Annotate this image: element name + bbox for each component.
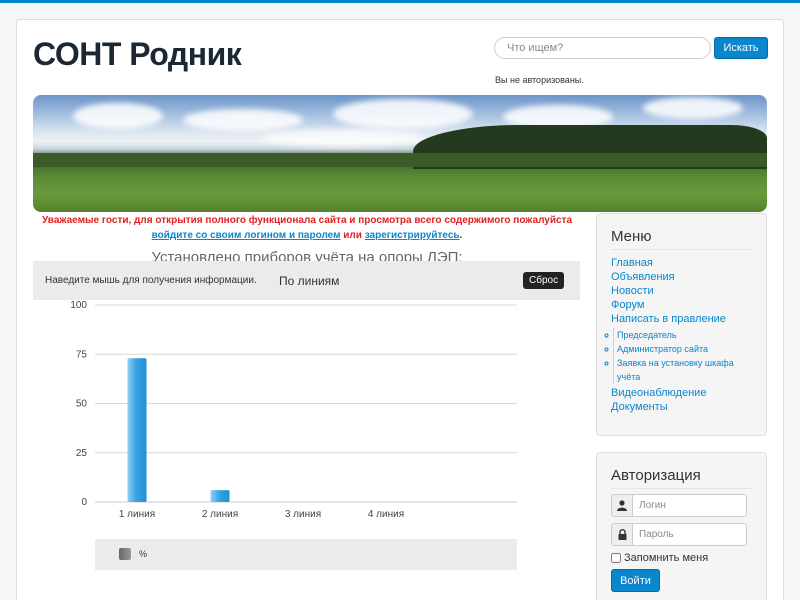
- reset-button[interactable]: Сброс: [523, 272, 565, 289]
- legend-label: %: [139, 549, 148, 559]
- search-button[interactable]: Искать: [714, 37, 768, 59]
- y-tick-label: 0: [81, 497, 87, 508]
- y-tick-label: 25: [76, 448, 88, 459]
- submenu-item-chairman[interactable]: Председатель: [617, 328, 752, 342]
- x-tick-label: 2 линия: [202, 509, 238, 520]
- y-tick-label: 75: [76, 349, 88, 360]
- bar-chart: 0 25 50 75 100 1 линия 2 линия 3 линия 4 линия: [33, 300, 580, 530]
- legend-swatch[interactable]: [119, 548, 131, 560]
- submenu-write-board: Председатель Администратор сайта Заявка …: [613, 328, 752, 384]
- menu-item-documents[interactable]: Документы: [611, 400, 752, 414]
- login-input[interactable]: [632, 494, 747, 517]
- menu-item-home[interactable]: Главная: [611, 256, 752, 270]
- hover-hint: Наведите мышь для получения информации.: [45, 275, 257, 286]
- menu-title: Меню: [611, 228, 752, 250]
- menu-list: Главная Объявления Новости Форум Написат…: [611, 256, 752, 414]
- login-link[interactable]: войдите со своим логином и паролем: [152, 230, 341, 241]
- register-link[interactable]: зарегистрируйтесь: [365, 230, 460, 241]
- menu-item-news[interactable]: Новости: [611, 284, 752, 298]
- site-title[interactable]: СОНТ Родник: [33, 36, 242, 73]
- x-tick-label: 4 линия: [368, 509, 404, 520]
- y-tick-label: 100: [70, 300, 87, 311]
- user-icon: [611, 494, 633, 517]
- bar-2[interactable]: [210, 490, 230, 502]
- notice-or: или: [343, 230, 362, 241]
- chart-legend: %: [95, 539, 517, 570]
- group-label: По линиям: [279, 274, 340, 288]
- bar-1[interactable]: [127, 358, 147, 502]
- submenu-item-meter-request[interactable]: Заявка на установку шкафа учёта: [617, 356, 752, 384]
- remember-label: Запомнить меня: [624, 552, 709, 564]
- notice-text: Уважаемые гости, для открытия полного фу…: [41, 215, 573, 226]
- notice-end: .: [459, 230, 463, 241]
- menu-panel: Меню Главная Объявления Новости Форум На…: [596, 213, 767, 436]
- chart-toolbar: Наведите мышь для получения информации. …: [33, 261, 580, 300]
- header-banner-image: [33, 95, 767, 212]
- chart-title: Установлено приборов учёта на опоры ЛЭП:: [151, 249, 463, 261]
- x-tick-label: 1 линия: [119, 509, 155, 520]
- submenu-item-admin[interactable]: Администратор сайта: [617, 342, 752, 356]
- search-input[interactable]: [494, 37, 711, 59]
- bar-chart-svg: 0 25 50 75 100 1 линия 2 линия 3 линия 4 линия: [70, 300, 517, 520]
- auth-status: Вы не авторизованы.: [495, 75, 584, 85]
- menu-item-write-board[interactable]: Написать в правление: [611, 312, 752, 326]
- x-tick-label: 3 линия: [285, 509, 321, 520]
- menu-item-forum[interactable]: Форум: [611, 298, 752, 312]
- login-button[interactable]: Войти: [611, 569, 660, 592]
- auth-title: Авторизация: [611, 467, 752, 489]
- menu-item-announcements[interactable]: Объявления: [611, 270, 752, 284]
- auth-panel: Авторизация Запомнить меня Войти: [596, 452, 767, 600]
- remember-me[interactable]: Запомнить меня: [611, 552, 708, 564]
- guest-notice: Уважаемые гости, для открытия полного фу…: [33, 213, 581, 243]
- remember-checkbox[interactable]: [611, 553, 621, 563]
- lock-icon: [611, 523, 633, 546]
- password-input[interactable]: [632, 523, 747, 546]
- y-tick-label: 50: [76, 399, 88, 410]
- menu-item-video[interactable]: Видеонаблюдение: [611, 386, 752, 400]
